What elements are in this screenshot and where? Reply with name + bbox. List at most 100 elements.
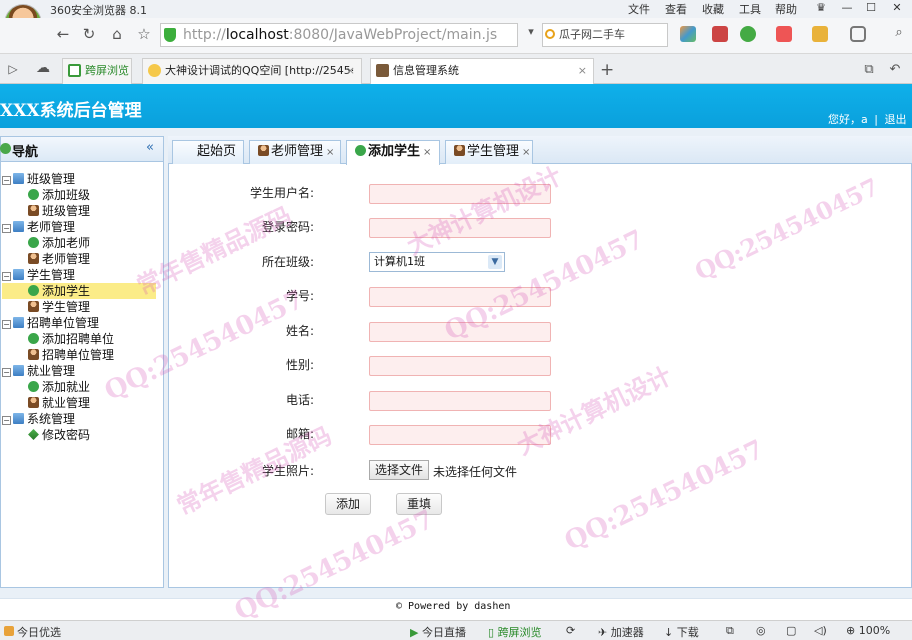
status-cleanup-icon[interactable]: ⟳ [566,624,575,637]
maximize-icon[interactable]: ☐ [864,1,878,15]
close-tab-icon[interactable]: × [578,59,587,83]
close-tab-icon[interactable]: × [326,147,334,158]
browser-tab-qq[interactable]: 大神设计调试的QQ空间 [http://2545· × [142,58,362,84]
collapse-nav-icon[interactable]: « [146,140,154,155]
phone-input[interactable] [369,391,551,411]
tab-teacher-manage[interactable]: 老师管理 × [249,140,341,164]
menu-file[interactable]: 文件 [628,1,650,17]
browser-tab-active[interactable]: 信息管理系统 × [370,58,594,84]
tree-item-add-recruiter[interactable]: 添加招聘单位 [2,331,156,347]
minimize-icon[interactable]: — [840,1,854,15]
new-tab-button[interactable]: + [600,60,614,80]
status-crossscreen[interactable]: ▯ 跨屏浏览 [488,624,542,640]
chevron-down-icon[interactable]: ▼ [488,255,502,269]
collapse-minus-icon[interactable]: − [2,368,11,377]
tree-item-employment-manage[interactable]: 就业管理 [2,395,156,411]
tab-add-student[interactable]: 添加学生 × [346,140,440,165]
choose-file-button[interactable]: 选择文件 [369,460,429,480]
volume-icon[interactable]: ◁) [814,624,827,637]
submit-button[interactable]: 添加 [325,493,371,515]
menu-view[interactable]: 查看 [665,1,687,17]
tab-student-manage[interactable]: 学生管理 × [445,140,533,164]
status-icon-c[interactable]: ▢ [786,624,796,637]
email-input[interactable] [369,425,551,445]
tree-item-add-student[interactable]: 添加学生 [2,283,156,299]
tree-group-system[interactable]: − 系统管理 [2,411,156,427]
browser-tab-crossscreen[interactable]: 跨屏浏览 [62,58,132,84]
search-engine-icon[interactable] [545,29,555,39]
password-input[interactable] [369,218,551,238]
close-tab-icon[interactable]: × [522,147,530,158]
class-select[interactable]: 计算机1班 ▼ [369,252,505,272]
search-input[interactable]: 瓜子网二手车 [542,23,668,47]
tree-group-teacher[interactable]: − 老师管理 [2,219,156,235]
security-shield-icon[interactable] [164,28,176,42]
cloud-icon[interactable]: ☁ [34,60,52,76]
wallet-icon[interactable] [812,26,828,42]
status-live[interactable]: ▶ 今日直播 [410,624,466,640]
collapse-minus-icon[interactable]: − [2,272,11,281]
dropdown-chevron-icon[interactable]: ▾ [522,25,540,38]
tree-group-student[interactable]: − 学生管理 [2,267,156,283]
favorite-star-icon[interactable]: ☆ [135,25,153,43]
number-input[interactable] [369,287,551,307]
name-input[interactable] [369,322,551,342]
extension-icon[interactable] [712,26,728,42]
tree-item-add-teacher[interactable]: 添加老师 [2,235,156,251]
collapse-minus-icon[interactable]: − [2,176,11,185]
tree-item-teacher-manage[interactable]: 老师管理 [2,251,156,267]
menu-help[interactable]: 帮助 [775,1,797,17]
tree-item-recruiter-manage[interactable]: 招聘单位管理 [2,347,156,363]
sidebar-toggle-icon[interactable]: ▷ [4,62,22,76]
logout-link[interactable]: 退出 [884,113,906,126]
tree-item-label: 就业管理 [42,396,91,410]
status-icon-b[interactable]: ◎ [756,624,766,637]
tree-group-recruiter[interactable]: − 招聘单位管理 [2,315,156,331]
reset-button[interactable]: 重填 [396,493,442,515]
add-icon [28,381,39,392]
close-tab-icon[interactable]: × [346,59,355,83]
status-accelerator[interactable]: ✈ 加速器 [598,624,644,640]
tab-home[interactable]: 起始页 [172,140,244,164]
gender-input[interactable] [369,356,551,376]
undo-icon[interactable]: ↶ [886,62,904,77]
status-zoom[interactable]: ⊕ 100% [846,624,890,637]
tree-item-add-class[interactable]: 添加班级 [2,187,156,203]
restore-tab-icon[interactable]: ⧉ [860,62,878,77]
collapse-minus-icon[interactable]: − [2,224,11,233]
translate-icon[interactable] [776,26,792,42]
pencil-icon [28,429,39,440]
tree-item-class-manage[interactable]: 班级管理 [2,203,156,219]
extension2-icon[interactable] [740,26,756,42]
status-icon-a[interactable]: ⧉ [726,624,734,638]
apps-icon[interactable] [680,26,696,42]
skin-icon[interactable]: ♛ [814,1,828,15]
browser-tab-label: 大神设计调试的QQ空间 [http://2545· [165,64,355,77]
header-separator: | [874,113,878,126]
tree-item-add-employment[interactable]: 添加就业 [2,379,156,395]
menu-favorites[interactable]: 收藏 [702,1,724,17]
menu-tools[interactable]: 工具 [739,1,761,17]
computer-icon [13,269,24,280]
refresh-icon[interactable]: ↻ [80,25,98,43]
tree-group-class[interactable]: − 班级管理 [2,171,156,187]
search-icon[interactable]: ⌕ [890,25,908,40]
home-icon[interactable]: ⌂ [108,25,126,43]
close-tab-icon[interactable]: × [423,147,431,158]
close-window-icon[interactable]: ✕ [890,1,904,15]
photo-label: 学生照片: [261,464,314,478]
gamepad-icon[interactable] [850,26,866,42]
tree-item-change-password[interactable]: 修改密码 [2,427,156,443]
collapse-minus-icon[interactable]: − [2,320,11,329]
back-icon[interactable]: ← [54,25,72,43]
tree-group-employment[interactable]: − 就业管理 [2,363,156,379]
browser-tab-label: 跨屏浏览 [85,64,129,77]
gift-icon [4,626,14,636]
tree-item-student-manage[interactable]: 学生管理 [2,299,156,315]
status-today-picks[interactable]: 今日优选 [4,624,61,640]
username-input[interactable] [369,184,551,204]
collapse-minus-icon[interactable]: − [2,416,11,425]
tree-item-label: 添加学生 [42,284,91,298]
status-download[interactable]: ↓ 下载 [664,624,699,640]
address-bar[interactable]: http://localhost:8080/JavaWebProject/mai… [160,23,518,47]
